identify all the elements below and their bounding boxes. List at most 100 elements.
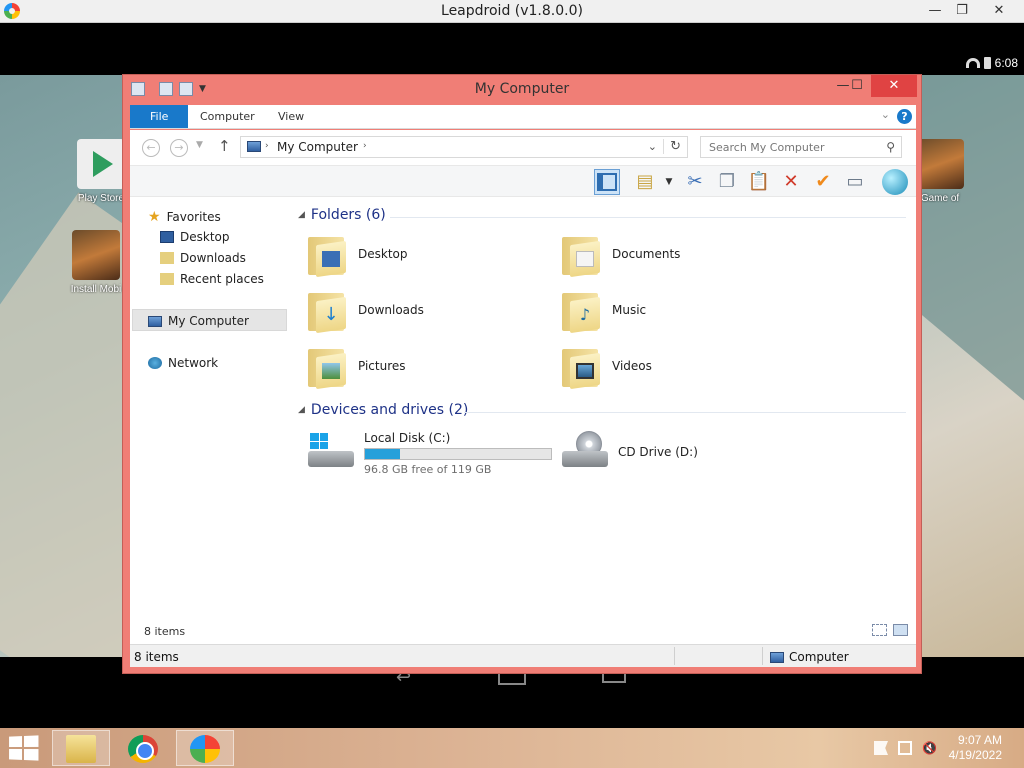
ribbon-tabs: File Computer View ⌄ ? [130, 105, 916, 129]
nav-label: Recent places [180, 272, 264, 286]
network-status-icon[interactable] [898, 741, 912, 755]
folders-group-header[interactable]: ◢ Folders (6) [298, 207, 386, 223]
properties-button[interactable]: ▤ [632, 169, 658, 195]
action-center-flag-icon[interactable] [874, 741, 888, 755]
desktop-icon [160, 231, 174, 243]
preview-pane-button[interactable] [594, 169, 620, 195]
taskbar-clock[interactable]: 9:07 AM 4/19/2022 [949, 733, 1002, 763]
status-bar: 8 items Computer [130, 644, 916, 667]
folder-videos[interactable]: Videos [562, 345, 652, 390]
network-globe-icon[interactable] [882, 169, 908, 195]
game-app-icon [72, 230, 120, 280]
folder-label: Music [612, 303, 647, 317]
disk-usage-bar [364, 448, 552, 460]
command-toolbar: ▤ ▼ ✂ ❐ 📋 ✕ ✔ ▭ [130, 165, 916, 197]
search-box[interactable]: Search My Computer ⚲ [700, 136, 902, 158]
search-input[interactable]: Search My Computer [709, 141, 824, 154]
taskbar: 🔇 9:07 AM 4/19/2022 [0, 728, 1024, 768]
tab-file[interactable]: File [130, 105, 189, 128]
group-title: Devices and drives (2) [310, 402, 469, 418]
tab-computer[interactable]: Computer [188, 105, 267, 128]
explorer-window: ▼ My Computer — ☐ ✕ File Computer View ⌄… [122, 74, 922, 674]
drives-group-header[interactable]: ◢ Devices and drives (2) [298, 402, 468, 418]
folder-label: Pictures [358, 359, 406, 373]
search-icon[interactable]: ⚲ [886, 140, 895, 154]
chevron-right-icon[interactable]: › [265, 141, 269, 151]
dropdown-icon[interactable]: ▼ [656, 169, 682, 195]
leapdroid-icon [190, 735, 220, 763]
nav-label: Desktop [180, 230, 230, 244]
nav-favorites[interactable]: ★ Favorites [148, 209, 221, 225]
chrome-icon [128, 735, 158, 763]
folder-music[interactable]: ♪ Music [562, 289, 647, 334]
taskbar-leapdroid[interactable] [176, 730, 234, 766]
leapdroid-maximize-button[interactable]: ❐ [947, 2, 977, 20]
status-location: Computer [770, 650, 849, 664]
nav-my-computer[interactable]: My Computer [148, 314, 249, 328]
windows-start-icon[interactable] [9, 735, 39, 761]
app-label: Game of [920, 193, 960, 204]
refresh-icon[interactable]: ↻ [663, 139, 681, 154]
android-clock: 6:08 [994, 56, 1018, 70]
paste-icon[interactable]: 📋 [746, 169, 772, 195]
up-button[interactable]: ↑ [218, 137, 231, 155]
pictures-folder-icon [308, 345, 346, 390]
nav-downloads[interactable]: Downloads [160, 251, 246, 265]
details-view-icon[interactable] [872, 624, 887, 636]
content-pane: ◢ Folders (6) Desktop Documents ↓ Downlo… [290, 197, 916, 617]
nav-recent-places[interactable]: Recent places [160, 272, 264, 286]
select-icon[interactable]: ✔ [810, 169, 836, 195]
help-icon[interactable]: ? [897, 109, 912, 124]
play-store-icon [77, 139, 125, 189]
android-status-bar: 6:08 [0, 23, 1024, 75]
back-button[interactable]: ← [142, 139, 160, 157]
folder-pictures[interactable]: Pictures [308, 345, 406, 390]
details-bar: 8 items [130, 617, 916, 644]
install-mobi-app[interactable]: Install Mobi [66, 230, 126, 295]
taskbar-file-explorer[interactable] [52, 730, 110, 766]
leapdroid-titlebar: Leapdroid (v1.8.0.0) — ❐ ✕ [0, 0, 1024, 23]
nav-desktop[interactable]: Desktop [160, 230, 230, 244]
window-title: My Computer [474, 81, 570, 97]
group-title: Folders (6) [310, 207, 386, 223]
folder-label: Desktop [358, 247, 408, 261]
cut-icon[interactable]: ✂ [682, 169, 708, 195]
star-icon: ★ [148, 209, 161, 225]
drive-local-disk-c[interactable]: Local Disk (C:) 96.8 GB free of 119 GB [308, 431, 552, 476]
close-button[interactable]: ✕ [871, 75, 917, 97]
leapdroid-close-button[interactable]: ✕ [984, 2, 1014, 20]
collapse-icon[interactable]: ◢ [298, 405, 305, 415]
rename-icon[interactable]: ▭ [842, 169, 868, 195]
music-folder-icon: ♪ [562, 289, 600, 334]
nav-network[interactable]: Network [148, 356, 218, 370]
drive-label: CD Drive (D:) [618, 445, 698, 459]
nav-label: Favorites [166, 210, 221, 224]
navigation-pane: ★ Favorites Desktop Downloads Recent pla… [130, 197, 290, 617]
taskbar-chrome[interactable] [114, 730, 172, 766]
drive-cd-d[interactable]: CD Drive (D:) [562, 431, 698, 471]
forward-button[interactable]: → [170, 139, 188, 157]
maximize-button[interactable]: ☐ [843, 75, 871, 97]
address-bar[interactable]: › My Computer › ⌄ ↻ [240, 136, 688, 158]
volume-muted-icon[interactable]: 🔇 [922, 741, 937, 755]
hard-drive-icon [308, 431, 354, 471]
folder-desktop[interactable]: Desktop [308, 233, 408, 278]
tab-view[interactable]: View [266, 105, 316, 128]
item-count: 8 items [144, 625, 186, 638]
chevron-right-icon[interactable]: › [363, 141, 367, 151]
collapse-icon[interactable]: ◢ [298, 210, 305, 220]
desktop-folder-icon [308, 233, 346, 278]
folder-documents[interactable]: Documents [562, 233, 681, 278]
folder-label: Documents [612, 247, 681, 261]
recent-locations-icon[interactable]: ▼ [196, 140, 203, 150]
expand-ribbon-icon[interactable]: ⌄ [881, 108, 890, 121]
folder-downloads[interactable]: ↓ Downloads [308, 289, 424, 334]
nav-label: Downloads [180, 251, 246, 265]
address-text: My Computer [277, 140, 358, 154]
copy-icon[interactable]: ❐ [714, 169, 740, 195]
leapdroid-minimize-button[interactable]: — [920, 2, 950, 20]
chevron-down-icon[interactable]: ⌄ [648, 140, 657, 153]
large-icons-view-icon[interactable] [893, 624, 908, 636]
nav-label: My Computer [168, 314, 249, 328]
delete-icon[interactable]: ✕ [778, 169, 804, 195]
